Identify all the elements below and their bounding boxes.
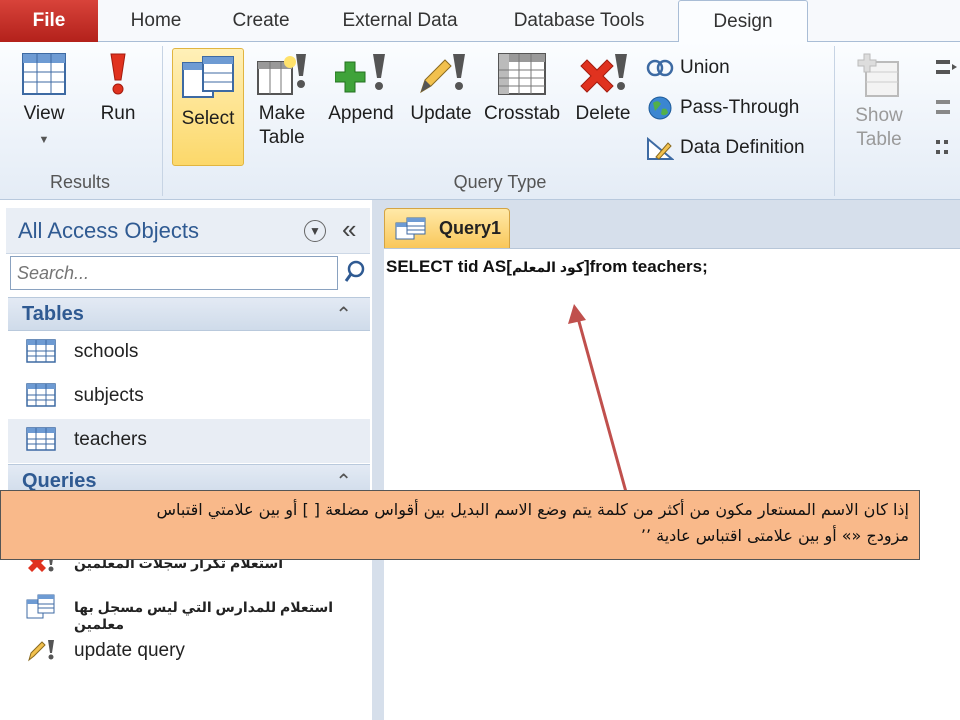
navigation-pane: All Access Objects ▼ « Tables ⌃ schools … xyxy=(0,200,378,720)
run-exclamation-icon xyxy=(110,53,126,95)
union-rings-icon xyxy=(646,59,674,77)
tab-file[interactable]: File xyxy=(0,0,98,42)
data-definition-icon xyxy=(647,136,674,160)
table-icon xyxy=(26,427,56,451)
run-button[interactable]: Run xyxy=(88,52,148,126)
query-type-group-label: Query Type xyxy=(453,172,547,192)
update-pencil-icon xyxy=(420,54,465,94)
crosstab-button[interactable]: Crosstab xyxy=(480,52,564,126)
append-label: Append xyxy=(328,103,394,124)
insert-rows-icon[interactable] xyxy=(934,56,958,166)
view-dropdown-icon: ▼ xyxy=(38,134,50,146)
nav-title: All Access Objects xyxy=(18,218,199,243)
tables-section-title: Tables xyxy=(22,303,84,325)
sql-alias: كود المعلم xyxy=(511,259,584,275)
select-query-button[interactable]: Select xyxy=(172,48,244,166)
select-query-icon xyxy=(182,56,234,98)
data-definition-button[interactable]: Data Definition xyxy=(646,134,805,162)
tab-home[interactable]: Home xyxy=(112,0,200,42)
show-table-icon xyxy=(857,53,899,97)
sql-prefix: SELECT tid AS[ xyxy=(386,257,512,276)
query1-tab-label: Query1 xyxy=(439,218,502,238)
nav-item-query[interactable]: استعلام للمدارس التي ليس مسجل بها معلمين xyxy=(8,586,370,632)
nav-collapse-icon[interactable]: « xyxy=(342,214,356,245)
show-table-button[interactable]: Show Table xyxy=(844,52,914,152)
search-box[interactable] xyxy=(10,256,338,290)
select-query-icon xyxy=(26,594,55,619)
nav-header[interactable]: All Access Objects ▼ « xyxy=(6,208,370,254)
crosstab-icon xyxy=(498,53,546,95)
union-button[interactable]: Union xyxy=(646,54,730,82)
sql-editor[interactable]: SELECT tid AS[كود المعلم]from teachers; xyxy=(384,248,960,720)
tables-section-header[interactable]: Tables ⌃ xyxy=(8,297,370,331)
collapse-chevron-icon[interactable]: ⌃ xyxy=(335,302,352,327)
crosstab-label: Crosstab xyxy=(483,103,561,124)
pass-through-label: Pass-Through xyxy=(680,97,800,118)
delete-label: Delete xyxy=(575,103,631,124)
update-query-icon xyxy=(28,640,54,662)
select-label: Select xyxy=(181,108,235,129)
tab-create[interactable]: Create xyxy=(216,0,306,42)
query1-document-tab[interactable]: Query1 xyxy=(384,208,510,248)
ribbon: View ▼ Run Results Select Make Table App… xyxy=(0,42,960,200)
make-table-icon xyxy=(257,54,306,95)
make-table-label: Make Table xyxy=(258,103,306,148)
annotation-callout: إذا كان الاسم المستعار مكون من أكثر من ك… xyxy=(0,490,920,560)
search-icon[interactable] xyxy=(344,260,366,284)
nav-item-table[interactable]: subjects xyxy=(8,375,370,419)
callout-line-2: مزودج «» أو بين علامتى اقتباس عادية ٬٬ xyxy=(640,526,909,545)
tab-design[interactable]: Design xyxy=(678,0,808,43)
datasheet-view-icon xyxy=(22,53,66,95)
pass-through-button[interactable]: Pass-Through xyxy=(646,94,799,122)
view-button[interactable]: View ▼ xyxy=(8,52,80,152)
data-definition-label: Data Definition xyxy=(680,137,805,158)
nav-item-label: subjects xyxy=(74,385,144,406)
results-group-label: Results xyxy=(49,172,111,192)
callout-line-1: إذا كان الاسم المستعار مكون من أكثر من ك… xyxy=(156,500,910,519)
query-tab-icon xyxy=(395,217,426,240)
nav-item-label: schools xyxy=(74,341,139,362)
update-button[interactable]: Update xyxy=(404,52,478,126)
ribbon-separator xyxy=(834,46,835,196)
nav-item-table[interactable]: teachers xyxy=(8,419,370,463)
view-label: View xyxy=(23,103,65,124)
table-icon xyxy=(26,339,56,363)
sql-text: SELECT tid AS[كود المعلم]from teachers; xyxy=(386,257,708,277)
tab-external-data[interactable]: External Data xyxy=(322,0,478,42)
search-input[interactable] xyxy=(11,257,337,289)
nav-item-label: update query xyxy=(74,640,185,661)
table-icon xyxy=(26,383,56,407)
run-label: Run xyxy=(100,103,136,124)
make-table-button[interactable]: Make Table xyxy=(250,52,314,150)
nav-item-query[interactable]: update query xyxy=(8,630,370,674)
ribbon-tabs: File Home Create External Data Database … xyxy=(0,0,960,43)
ribbon-separator xyxy=(162,46,163,196)
tab-database-tools[interactable]: Database Tools xyxy=(494,0,664,42)
update-label: Update xyxy=(410,103,472,124)
sql-suffix: ]from teachers; xyxy=(583,257,708,276)
append-plus-icon xyxy=(335,54,385,93)
document-area: Query1 SELECT tid AS[كود المعلم]from tea… xyxy=(378,200,960,720)
nav-item-table[interactable]: schools xyxy=(8,331,370,375)
nav-item-label: استعلام للمدارس التي ليس مسجل بها معلمين xyxy=(74,599,334,632)
nav-dropdown-icon[interactable]: ▼ xyxy=(304,220,326,242)
show-table-label: Show Table xyxy=(855,105,903,150)
append-button[interactable]: Append xyxy=(322,52,400,126)
delete-button[interactable]: Delete xyxy=(570,52,636,126)
union-label: Union xyxy=(680,57,730,78)
globe-icon xyxy=(648,96,672,120)
nav-item-label: teachers xyxy=(74,429,147,450)
delete-x-icon xyxy=(580,54,627,93)
